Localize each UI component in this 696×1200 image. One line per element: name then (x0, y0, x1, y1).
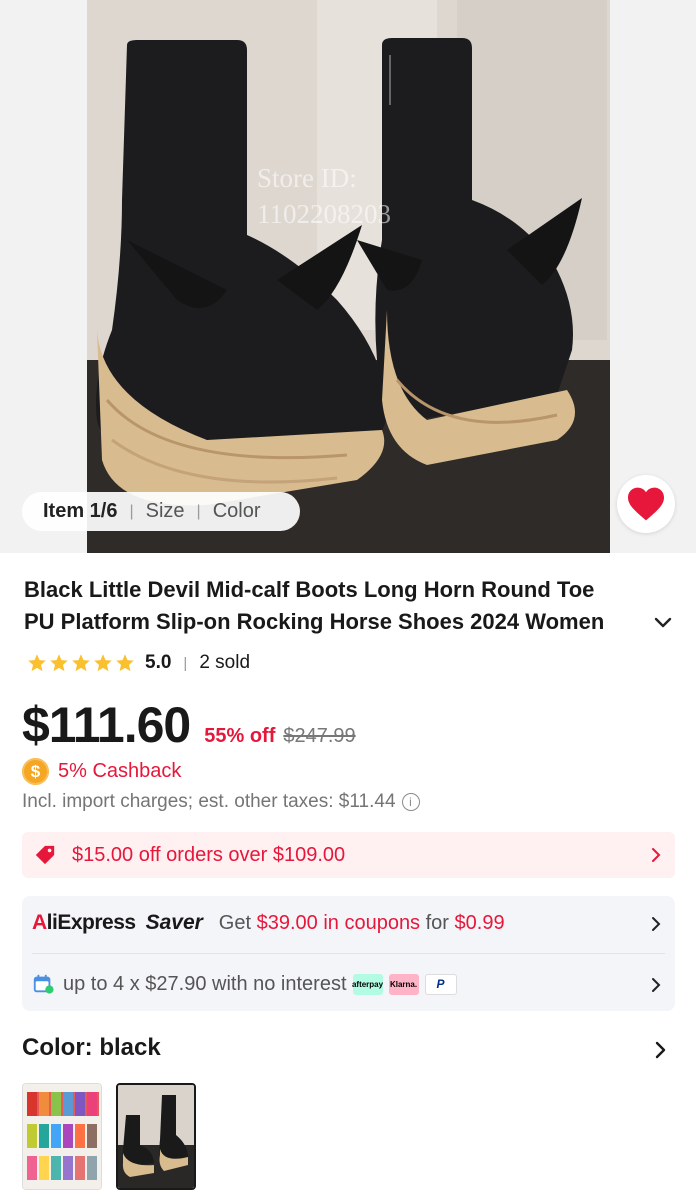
logo-letter-a: A (32, 911, 47, 934)
color-selector-title[interactable]: Color: black (22, 1034, 161, 1062)
watermark: Store ID: 1102208203 (257, 160, 391, 232)
discount-badge: 55% off (204, 725, 276, 747)
price-row: $111.60 55% off $247.99 (22, 696, 356, 754)
star-icon (72, 654, 90, 672)
color-option-thumbnail[interactable] (22, 1083, 102, 1190)
star-icon (28, 654, 46, 672)
cashback-row: $ 5% Cashback (22, 758, 181, 785)
item-counter[interactable]: Item 1/6 (43, 500, 117, 523)
heart-icon (628, 487, 664, 521)
product-gallery[interactable]: Store ID: 1102208203 Item 1/6 | Size | C… (0, 0, 696, 553)
color-option-black[interactable] (116, 1083, 196, 1190)
saver-row[interactable]: AliExpress Saver Get $39.00 in coupons f… (32, 908, 662, 938)
star-icon (116, 654, 134, 672)
color-swatches-image (23, 1084, 101, 1189)
tag-icon (35, 845, 55, 865)
calendar-icon (33, 974, 54, 994)
color-value: black (99, 1034, 161, 1061)
rating-row[interactable]: 5.0 | 2 sold (27, 649, 250, 677)
favorite-button[interactable] (617, 475, 675, 533)
paypal-logo: P (424, 973, 457, 995)
separator: | (183, 654, 188, 672)
watermark-line-2: 1102208203 (257, 199, 391, 229)
separator: | (196, 502, 201, 520)
saver-offer: Get $39.00 in coupons for $0.99 (219, 912, 505, 935)
gallery-navigator[interactable]: Item 1/6 | Size | Color (22, 492, 300, 531)
cashback-coin-icon: $ (22, 758, 49, 785)
coupon-text: $15.00 off orders over $109.00 (72, 843, 346, 866)
chevron-right-icon (652, 848, 661, 862)
afterpay-logo: afterpay (352, 973, 383, 995)
sold-count: 2 sold (199, 652, 251, 673)
cashback-text: 5% Cashback (58, 760, 182, 782)
color-label: Color: (22, 1034, 100, 1061)
coupon-banner[interactable]: $15.00 off orders over $109.00 (22, 832, 675, 878)
klarna-logo: Klarna. (388, 973, 419, 995)
boots-illustration (87, 0, 610, 553)
black-boots-thumbnail (118, 1085, 194, 1188)
color-tab[interactable]: Color (213, 500, 261, 523)
star-icon (50, 654, 68, 672)
current-price: $111.60 (22, 697, 191, 753)
offers-box: AliExpress Saver Get $39.00 in coupons f… (22, 896, 675, 1011)
offer-coupons: $39.00 in coupons (256, 911, 421, 934)
product-title-line-2: PU Platform Slip-on Rocking Horse Shoes … (24, 609, 605, 634)
star-icon (94, 654, 112, 672)
tax-info[interactable]: Incl. import charges; est. other taxes: … (22, 791, 420, 813)
size-tab[interactable]: Size (146, 500, 185, 523)
chevron-right-icon[interactable] (652, 1040, 668, 1060)
installments-row[interactable]: up to 4 x $27.90 with no interest afterp… (32, 969, 662, 999)
tax-text: Incl. import charges; est. other taxes: … (22, 791, 396, 812)
separator: | (129, 502, 134, 520)
installments-text: up to 4 x $27.90 with no interest (63, 972, 347, 995)
rating-score: 5.0 (145, 652, 172, 673)
offer-price: $0.99 (454, 911, 505, 934)
chevron-down-icon (654, 617, 672, 628)
saver-logo: Saver (145, 911, 203, 934)
product-photo[interactable]: Store ID: 1102208203 (87, 0, 610, 553)
watermark-line-1: Store ID: (257, 163, 357, 193)
aliexpress-logo: AliExpress (32, 911, 136, 935)
offer-for: for (420, 911, 455, 934)
expand-title-button[interactable] (652, 612, 674, 639)
product-title: Black Little Devil Mid-calf Boots Long H… (24, 574, 654, 638)
info-icon[interactable]: i (401, 793, 420, 811)
divider (32, 953, 665, 954)
original-price: $247.99 (283, 725, 356, 747)
chevron-right-icon[interactable] (649, 976, 663, 994)
logo-rest: liExpress (46, 911, 136, 934)
rating-stars (27, 653, 135, 673)
offer-prefix: Get (218, 911, 257, 934)
chevron-right-icon[interactable] (649, 915, 663, 933)
product-title-line-1: Black Little Devil Mid-calf Boots Long H… (24, 577, 595, 602)
